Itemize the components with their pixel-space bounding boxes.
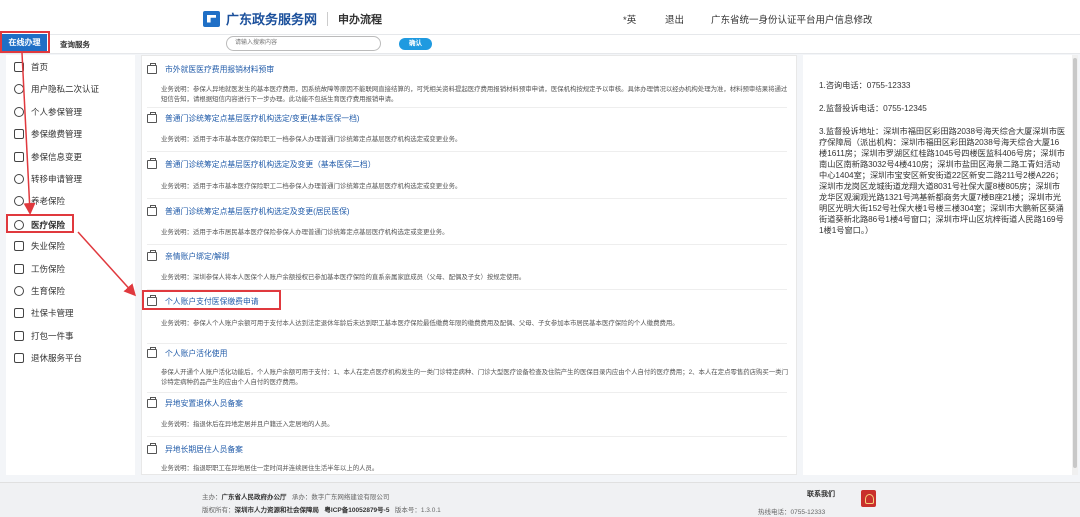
service-desc: 业务说明：深圳参保人将本人医保个人账户余额授权已参加基本医疗保险的直系亲属家庭成… [161, 274, 526, 281]
divider [147, 151, 787, 152]
transfer-icon [14, 174, 24, 184]
briefcase-icon [147, 347, 157, 358]
service-desc: 业务说明：参保人个人账户余额可用于支付本人达到法定退休年龄后未达到职工基本医疗保… [161, 320, 679, 327]
sidebar-item-home[interactable]: 首页 [14, 59, 48, 75]
service-title[interactable]: 异地长期居住人员备案 [147, 443, 243, 455]
footer [0, 482, 1080, 517]
divider [147, 436, 787, 437]
top-header: 广东政务服务网 申办流程 *英 退出 广东省统一身份认证平台用户信息修改 [0, 0, 1080, 34]
package-icon [14, 331, 24, 341]
sidebar-item-injury[interactable]: 工伤保险 [14, 261, 65, 277]
briefcase-icon [147, 443, 157, 454]
sidebar-item-privacy-auth[interactable]: 用户隐私二次认证 [14, 81, 99, 97]
sidebar: 首页 用户隐私二次认证 个人参保管理 参保缴费管理 参保信息变更 转移申请管理 … [6, 55, 135, 475]
annotation-box-online [0, 31, 50, 53]
service-title[interactable]: 市外就医医疗费用报销材料预审 [147, 63, 274, 75]
consult-phone: 1.咨询电话：0755-12333 [819, 81, 911, 90]
briefcase-icon [147, 205, 157, 216]
payment-icon [14, 129, 24, 139]
person-icon [14, 107, 24, 117]
logo-icon [203, 10, 220, 27]
pension-icon [14, 196, 24, 206]
service-list: 市外就医医疗费用报销材料预审 业务说明：参保人异地就医发生的基本医疗费用，因系统… [141, 55, 797, 475]
sidebar-item-pension[interactable]: 养老保险 [14, 193, 65, 209]
footer-host-line: 主办：广东省人民政府办公厅 承办：数字广东网络建设有限公司 [202, 494, 390, 501]
sidebar-item-personal-insurance[interactable]: 个人参保管理 [14, 104, 82, 120]
footer-owner-line: 版权所有：深圳市人力资源和社会保障局 粤ICP备10052879号-5 版本号：… [202, 507, 441, 514]
briefcase-icon [147, 63, 157, 74]
sidebar-item-transfer[interactable]: 转移申请管理 [14, 171, 82, 187]
retire-icon [14, 353, 24, 363]
service-title[interactable]: 普通门诊统筹定点基层医疗机构选定及变更(居民医保) [147, 205, 350, 217]
tab-query[interactable]: 查询服务 [60, 39, 90, 50]
search-input[interactable]: 请输入搜索内容 [226, 36, 381, 51]
sidebar-item-package[interactable]: 打包一件事 [14, 328, 74, 344]
logo-divider [327, 11, 329, 26]
user-verify-icon [14, 84, 24, 94]
logo-text: 广东政务服务网 [226, 12, 318, 27]
card-icon [14, 308, 24, 318]
sidebar-item-card[interactable]: 社保卡管理 [14, 305, 74, 321]
injury-icon [14, 264, 24, 274]
edit-icon [14, 152, 24, 162]
divider [147, 392, 787, 393]
briefcase-icon [147, 112, 157, 123]
briefcase-icon [147, 158, 157, 169]
service-desc: 参保人开通个人账户活化功能后，个人账户余额可用于支付：1、本人在定点医疗机构发生… [161, 369, 788, 386]
sidebar-item-retire[interactable]: 退休服务平台 [14, 350, 82, 366]
sub-nav-bar [0, 34, 1080, 54]
service-desc: 业务说明：指退休后在异地定居并且户籍迁入定居地的人员。 [161, 421, 334, 428]
section-title: 申办流程 [338, 13, 383, 26]
service-title[interactable]: 亲情账户绑定/解绑 [147, 250, 230, 262]
sidebar-item-info-change[interactable]: 参保信息变更 [14, 149, 82, 165]
annotation-box-medical [6, 214, 74, 233]
service-desc: 业务说明：适用于本市居民基本医疗保险参保人办理普通门诊统筹定点基层医疗机构选定或… [161, 229, 449, 236]
search-confirm-button[interactable]: 确认 [399, 38, 432, 50]
contact-us-link[interactable]: 联系我们 [807, 489, 835, 499]
footer-hotline: 热线电话：0755-12333 [758, 509, 826, 516]
maternity-icon [14, 286, 24, 296]
annotation-box-account-payment [142, 290, 281, 310]
profile-edit-link[interactable]: 广东省统一身份认证平台用户信息修改 [711, 12, 873, 26]
sidebar-item-unemployment[interactable]: 失业保险 [14, 238, 65, 254]
supervise-phone: 2.监督投诉电话：0755-12345 [819, 104, 927, 113]
service-desc: 业务说明：适用于本市基本医疗保险职工二档参保人办理普通门诊统筹定点基层医疗机构选… [161, 183, 462, 190]
briefcase-icon [147, 250, 157, 261]
contact-info-panel: 1.咨询电话：0755-12333 2.监督投诉电话：0755-12345 3.… [803, 55, 1075, 475]
scrollbar-thumb[interactable] [1073, 58, 1077, 468]
service-title[interactable]: 普通门诊统筹定点基层医疗机构选定及变更（基本医保二档） [147, 158, 376, 170]
divider [147, 244, 787, 245]
sidebar-item-maternity[interactable]: 生育保险 [14, 283, 65, 299]
service-title[interactable]: 异地安置退休人员备案 [147, 397, 243, 409]
site-logo[interactable]: 广东政务服务网 申办流程 [203, 9, 382, 28]
service-desc: 业务说明：指退职职工在异地居住一定时间并连续居住生活半年以上的人员。 [161, 465, 379, 472]
home-icon [14, 62, 24, 72]
service-desc: 业务说明：适用于本市基本医疗保险职工一档参保人办理普通门诊统筹定点基层医疗机构选… [161, 136, 462, 143]
divider [147, 107, 787, 108]
briefcase-icon [147, 397, 157, 408]
service-title[interactable]: 普通门诊统筹定点基层医疗机构选定/变更(基本医保一档) [147, 112, 359, 124]
divider [147, 198, 787, 199]
divider [147, 343, 787, 344]
logout-link[interactable]: 退出 [665, 12, 684, 26]
government-emblem-icon [861, 490, 876, 507]
service-desc: 业务说明：参保人异地就医发生的基本医疗费用，因系统故障等原因不能联网直接结算的，… [161, 86, 788, 103]
sidebar-item-payment[interactable]: 参保缴费管理 [14, 126, 82, 142]
supervise-address: 3.监督投诉地址：深圳市福田区彩田路2038号海天综合大厦深圳市医疗保障局（派出… [819, 127, 1066, 235]
username-link[interactable]: *英 [623, 12, 636, 26]
unemployment-icon [14, 241, 24, 251]
service-title[interactable]: 个人账户活化使用 [147, 347, 227, 359]
